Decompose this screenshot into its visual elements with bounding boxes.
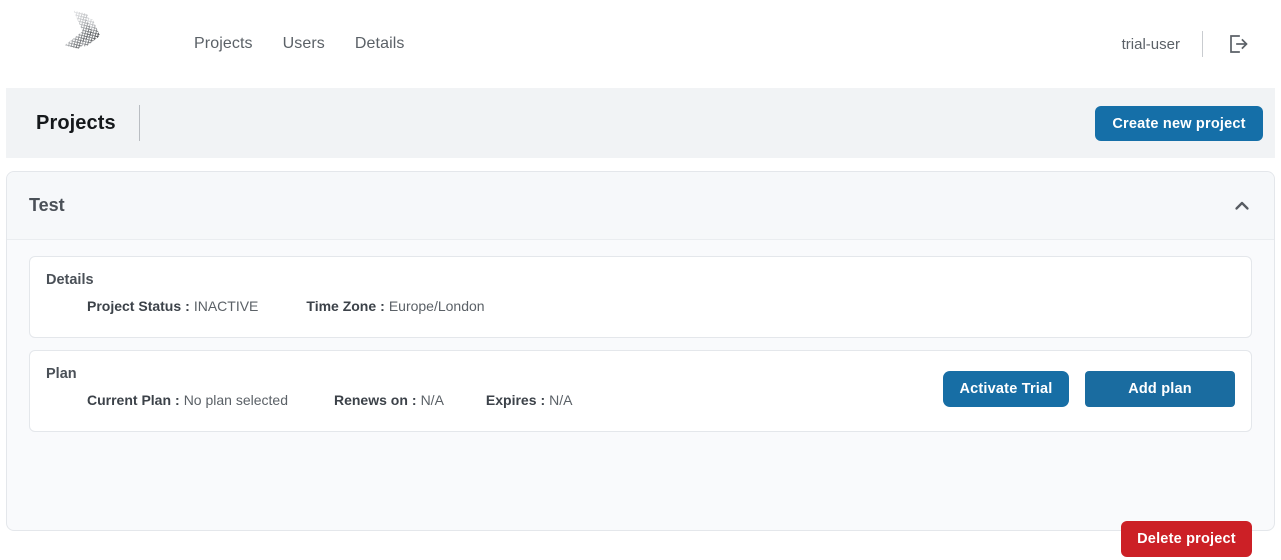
field-time-zone: Time Zone : Europe/London [306, 298, 484, 314]
field-project-status: Project Status : INACTIVE [87, 298, 258, 314]
user-divider [1202, 31, 1203, 57]
page-title-divider [139, 105, 140, 141]
field-time-zone-separator: : [376, 298, 389, 314]
plan-card: Plan Current Plan : No plan selected Ren… [29, 350, 1252, 432]
field-time-zone-label: Time Zone [306, 298, 376, 314]
field-current-plan-separator: : [171, 392, 184, 408]
details-field-row: Project Status : INACTIVE Time Zone : Eu… [87, 298, 485, 314]
nav-link-projects[interactable]: Projects [192, 32, 255, 56]
field-current-plan-value: No plan selected [184, 392, 288, 408]
create-new-project-button[interactable]: Create new project [1095, 106, 1263, 141]
page-header-bar: Projects [6, 88, 1275, 158]
logout-button[interactable] [1225, 31, 1251, 57]
field-project-status-value: INACTIVE [194, 298, 259, 314]
add-plan-button[interactable]: Add plan [1085, 371, 1235, 407]
logout-icon [1226, 32, 1250, 56]
field-expires-label: Expires [486, 392, 537, 408]
nav-link-users[interactable]: Users [281, 32, 327, 56]
plan-actions: Activate Trial Add plan [943, 371, 1235, 407]
field-current-plan: Current Plan : No plan selected [87, 392, 288, 408]
top-navigation-bar: Projects Users Details trial-user [0, 0, 1281, 88]
field-current-plan-label: Current Plan [87, 392, 171, 408]
halftone-chevron-logo-icon [62, 8, 108, 60]
activate-trial-button[interactable]: Activate Trial [943, 371, 1069, 407]
current-user-label: trial-user [1122, 36, 1180, 53]
field-time-zone-value: Europe/London [389, 298, 485, 314]
chevron-up-icon [1232, 196, 1252, 216]
app-root: Projects Users Details trial-user Projec… [0, 0, 1281, 560]
details-card: Details Project Status : INACTIVE Time Z… [29, 256, 1252, 338]
project-name: Test [29, 195, 65, 216]
field-expires-value: N/A [549, 392, 572, 408]
field-project-status-label: Project Status [87, 298, 181, 314]
field-expires-separator: : [537, 392, 550, 408]
delete-project-row: Delete project [1121, 521, 1252, 557]
user-area: trial-user [1122, 0, 1251, 88]
nav-link-details[interactable]: Details [353, 32, 407, 56]
plan-heading: Plan [46, 366, 77, 382]
page-title: Projects [36, 112, 116, 135]
field-expires: Expires : N/A [486, 392, 573, 408]
project-panel-header[interactable]: Test [7, 172, 1274, 240]
details-heading: Details [46, 272, 94, 288]
project-panel-body: Details Project Status : INACTIVE Time Z… [7, 240, 1274, 432]
field-project-status-separator: : [181, 298, 194, 314]
field-renews-on-separator: : [408, 392, 421, 408]
plan-field-row: Current Plan : No plan selected Renews o… [87, 392, 573, 408]
project-panel: Test Details Project Status : INACTIVE [6, 171, 1275, 531]
project-collapse-toggle[interactable] [1230, 194, 1254, 218]
field-renews-on: Renews on : N/A [334, 392, 444, 408]
app-logo[interactable] [62, 8, 108, 60]
delete-project-button[interactable]: Delete project [1121, 521, 1252, 557]
primary-nav: Projects Users Details [192, 0, 407, 88]
field-renews-on-value: N/A [421, 392, 444, 408]
field-renews-on-label: Renews on [334, 392, 408, 408]
